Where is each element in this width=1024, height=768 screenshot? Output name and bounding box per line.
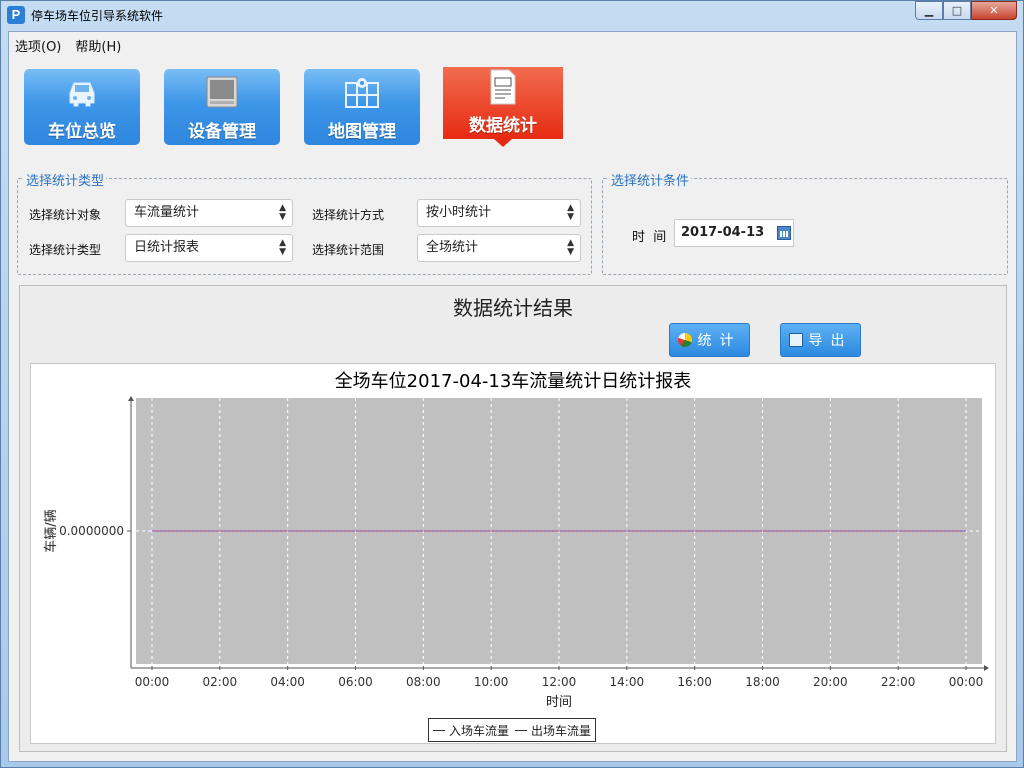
legend-line-icon <box>515 729 528 731</box>
x-tick-label: 18:00 <box>745 675 780 689</box>
nav-tile-map[interactable]: 地图管理 <box>304 69 420 145</box>
x-tick-label: 06:00 <box>338 675 373 689</box>
y-tick-label: 0.0000000 <box>59 524 124 538</box>
x-tick-label: 04:00 <box>270 675 305 689</box>
chart-legend: 入场车流量 出场车流量 <box>428 718 597 742</box>
close-button[interactable]: ✕ <box>971 1 1017 20</box>
stat-range-value: 全场统计 <box>426 240 479 255</box>
stat-type-label: 选择统计类型 <box>29 243 102 257</box>
legend-label-out: 出场车流量 <box>531 723 592 738</box>
x-axis-label: 时间 <box>546 695 572 710</box>
spinner-arrows-icon: ▲ ▼ <box>567 238 574 257</box>
stat-object-label: 选择统计对象 <box>29 208 102 222</box>
line-chart: 00:00 02:00 04:00 06:00 08:00 10:00 12:00 14:00… <box>43 396 989 710</box>
y-axis-arrow-icon <box>128 396 134 401</box>
stat-button[interactable]: 统计 <box>669 323 750 357</box>
stat-type-legend: 选择统计类型 <box>24 170 107 189</box>
spinner-arrows-icon: ▲ ▼ <box>279 238 286 257</box>
x-tick-label: 00:00 <box>949 675 984 689</box>
stat-condition-group: 选择统计条件 时 间 2017-04-13 <box>602 170 1008 275</box>
menu-help[interactable]: 帮助(H) <box>75 36 121 55</box>
time-label: 时 间 <box>632 230 667 245</box>
spinner-arrows-icon: ▲ ▼ <box>567 203 574 222</box>
stat-condition-legend: 选择统计条件 <box>609 170 692 189</box>
nav-tile-overview[interactable]: 车位总览 <box>24 69 140 145</box>
nav-tile-statistics[interactable]: 数据统计 <box>443 67 563 139</box>
stat-object-value: 车流量统计 <box>134 205 200 220</box>
export-button-label: 导出 <box>808 333 853 349</box>
x-tick-label: 02:00 <box>203 675 238 689</box>
y-axis-label: 车辆/辆 <box>43 509 59 552</box>
x-tick-label: 16:00 <box>677 675 712 689</box>
x-tick-label: 12:00 <box>542 675 577 689</box>
legend-item-out: 出场车流量 <box>515 722 591 739</box>
app-logo-icon: P <box>7 6 25 24</box>
minimize-button[interactable]: ▁ <box>915 1 943 20</box>
x-axis-arrow-icon <box>984 665 989 671</box>
nav-tile-devices[interactable]: 设备管理 <box>164 69 280 145</box>
report-icon <box>490 69 516 105</box>
stat-method-value: 按小时统计 <box>426 205 492 220</box>
maximize-button[interactable]: □ <box>943 1 971 20</box>
stat-method-select[interactable]: 按小时统计 ▲ ▼ <box>417 199 581 227</box>
export-button[interactable]: 导出 <box>780 323 861 357</box>
car-icon <box>69 82 95 107</box>
monitor-icon <box>206 76 238 108</box>
x-tick-label: 08:00 <box>406 675 441 689</box>
stat-type-select[interactable]: 日统计报表 ▲ ▼ <box>125 234 293 262</box>
nav-tile-label: 数据统计 <box>469 116 537 136</box>
x-tick-label: 14:00 <box>610 675 645 689</box>
stat-range-select[interactable]: 全场统计 ▲ ▼ <box>417 234 581 262</box>
pie-chart-icon <box>677 333 692 347</box>
window-controls: ▁ □ ✕ <box>915 1 1017 20</box>
map-icon <box>345 78 379 108</box>
x-tick-label: 10:00 <box>474 675 509 689</box>
legend-item-in: 入场车流量 <box>433 722 509 739</box>
result-panel: 数据统计结果 统计 导出 全场车位2017-04-13车流量统计日统计报表 00… <box>19 285 1007 752</box>
stat-button-label: 统计 <box>697 333 742 349</box>
result-title: 数据统计结果 <box>453 296 573 320</box>
nav-tile-label: 车位总览 <box>48 122 116 142</box>
stat-type-value: 日统计报表 <box>134 240 200 255</box>
legend-line-icon <box>433 729 445 731</box>
x-tick-label: 22:00 <box>881 675 916 689</box>
stat-type-group: 选择统计类型 选择统计对象 车流量统计 ▲ ▼ 选择统计方式 按小时统计 ▲ ▼ 选… <box>17 170 592 275</box>
export-icon <box>788 333 803 347</box>
stat-range-label: 选择统计范围 <box>312 243 385 257</box>
menu-bar: 选项(O) 帮助(H) <box>9 32 1016 58</box>
stat-object-select[interactable]: 车流量统计 ▲ ▼ <box>125 199 293 227</box>
stat-method-label: 选择统计方式 <box>312 208 385 222</box>
date-value: 2017-04-13 <box>681 225 765 240</box>
title-bar[interactable]: P 停车场车位引导系统软件 ▁ □ ✕ <box>1 1 1023 29</box>
nav-tile-label: 地图管理 <box>328 122 396 142</box>
x-tick-label: 00:00 <box>135 675 170 689</box>
date-picker[interactable]: 2017-04-13 <box>674 219 794 247</box>
app-window: P 停车场车位引导系统软件 ▁ □ ✕ 选项(O) 帮助(H) 车位总览 设备管… <box>0 0 1024 768</box>
legend-label-in: 入场车流量 <box>449 723 510 738</box>
x-tick-label: 20:00 <box>813 675 848 689</box>
chart-container: 全场车位2017-04-13车流量统计日统计报表 00:00 02:00 04:00… <box>30 363 996 744</box>
client-area: 选项(O) 帮助(H) 车位总览 设备管理 地图管理 数据统计 选择统计类型 选… <box>8 31 1017 762</box>
spinner-arrows-icon: ▲ ▼ <box>279 203 286 222</box>
nav-bar: 车位总览 设备管理 地图管理 数据统计 <box>9 62 1016 184</box>
nav-tile-label: 设备管理 <box>188 122 256 142</box>
window-title: 停车场车位引导系统软件 <box>31 9 164 23</box>
calendar-icon[interactable] <box>777 226 791 240</box>
menu-options[interactable]: 选项(O) <box>15 36 61 55</box>
